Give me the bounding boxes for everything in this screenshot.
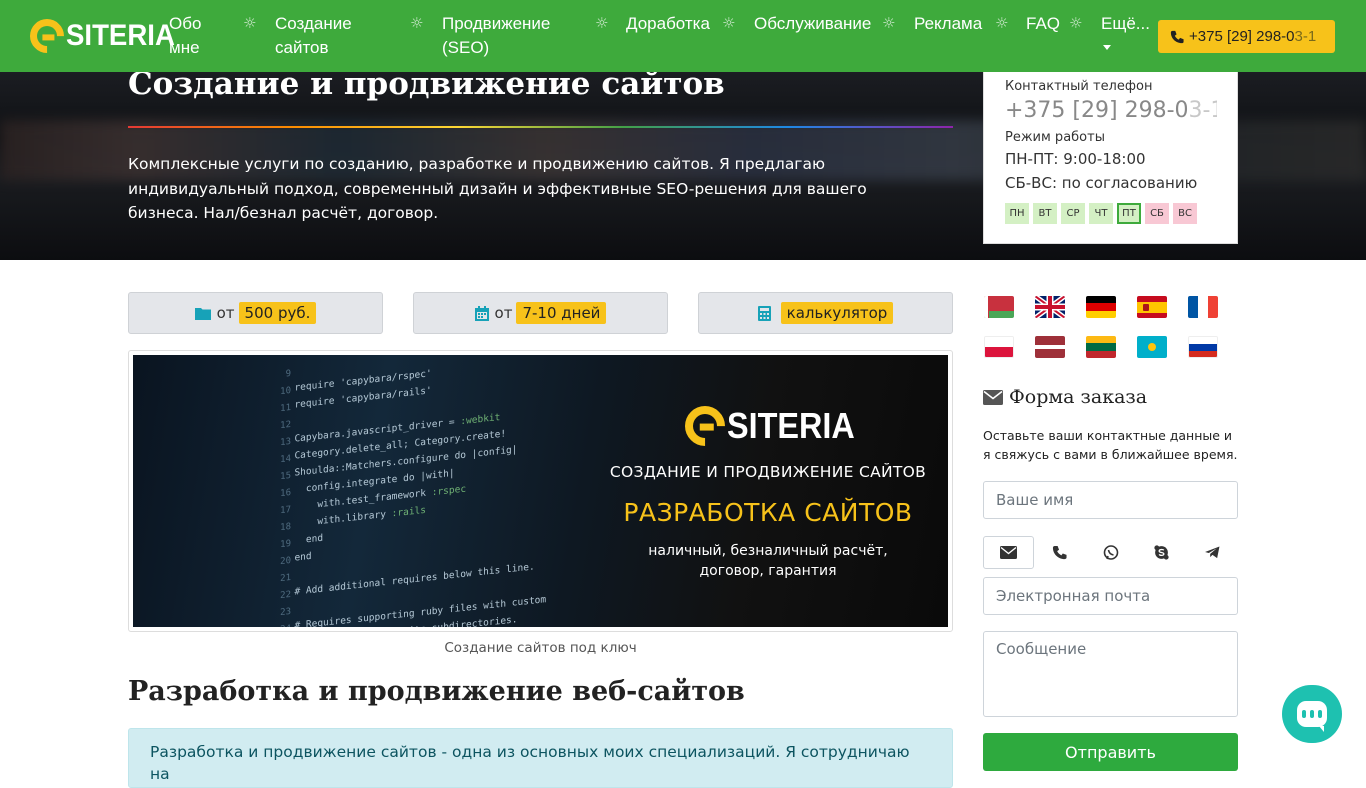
flag-lt-icon[interactable] [1086, 336, 1116, 358]
day-badge: ЧТ [1089, 203, 1113, 224]
phone-button[interactable]: +375 [29] 298-0 3-1 [1158, 20, 1335, 53]
flag-by-icon[interactable] [984, 296, 1014, 318]
email-input[interactable]: Электронная почта [983, 577, 1238, 615]
weekend-hours: СБ-ВС: по согласованию [1005, 174, 1198, 192]
tab-skype[interactable] [1136, 536, 1187, 569]
order-form-title: Форма заказа [983, 386, 1147, 408]
hours-label: Режим работы [1005, 130, 1105, 145]
skype-icon [1154, 545, 1169, 560]
phone-label: Контактный телефон [1005, 79, 1153, 94]
nav-item-advertising[interactable]: Реклама [914, 12, 982, 36]
flag-de-icon[interactable] [1086, 296, 1116, 318]
tab-telegram[interactable] [1187, 536, 1238, 569]
banner-image: 9 10 11 12 13 14 15 16 17 18 19 20 21 22… [133, 355, 948, 627]
flag-gb-icon[interactable] [1035, 296, 1065, 318]
banner-headline: РАЗРАБОТКА САЙТОВ [623, 498, 913, 527]
chat-bubble-icon [1297, 701, 1327, 732]
day-badge: СР [1061, 203, 1085, 224]
calculator-badge: калькулятор [780, 302, 894, 324]
caret-down-icon [1103, 45, 1111, 50]
day-badge: ВТ [1033, 203, 1057, 224]
flag-fr-icon[interactable] [1188, 296, 1218, 318]
flag-lv-icon[interactable] [1035, 336, 1065, 358]
section-title: Разработка и продвижение веб-сайтов [128, 676, 745, 707]
day-badge-today: ПТ [1117, 203, 1141, 224]
flag-es-icon[interactable] [1137, 296, 1167, 318]
name-input[interactable]: Ваше имя [983, 481, 1238, 519]
navbar: SITERIA Обо мне ☼ Создание сайтов ☼ Прод… [0, 0, 1366, 72]
logo-mark-icon [22, 11, 72, 61]
envelope-icon [983, 389, 1003, 405]
banner-logo: SITERIA [676, 397, 869, 455]
nav-item-creation[interactable]: Создание сайтов [275, 12, 352, 60]
info-alert: Разработка и продвижение сайтов - одна и… [128, 728, 953, 788]
site-logo[interactable]: SITERIA [22, 11, 184, 61]
chat-widget-button[interactable] [1282, 685, 1342, 743]
nav-separator-icon: ☼ [995, 14, 1009, 32]
banner-figure: 9 10 11 12 13 14 15 16 17 18 19 20 21 22… [128, 350, 953, 632]
nav-item-refinement[interactable]: Доработка [626, 12, 710, 36]
nav-separator-icon: ☼ [410, 14, 424, 32]
weekday-indicators: ПН ВТ СР ЧТ ПТ СБ ВС [1005, 203, 1217, 224]
telegram-icon [1205, 546, 1220, 559]
tab-email[interactable] [983, 536, 1034, 569]
price-badge: 500 руб. [238, 302, 317, 324]
banner-logo-text: SITERIA [727, 405, 855, 446]
calculator-icon [757, 305, 771, 321]
code-background: require 'capybara/rspec' require 'capyba… [294, 368, 547, 627]
contact-phone[interactable]: +375 [29] 298-03-1 [1005, 96, 1217, 126]
phone-icon [1170, 30, 1184, 43]
envelope-icon [1000, 546, 1017, 559]
nav-separator-icon: ☼ [243, 14, 257, 32]
contact-method-tabs [983, 536, 1238, 569]
nav-item-maintenance[interactable]: Обслуживание [754, 12, 871, 36]
phone-icon [1052, 545, 1067, 560]
order-form-description: Оставьте ваши контактные данные и я свяж… [983, 428, 1238, 462]
nav-separator-icon: ☼ [722, 14, 736, 32]
flag-kz-icon[interactable] [1137, 336, 1167, 358]
phone-button-text: +375 [29] 298-0 [1189, 28, 1295, 45]
banner-caption: Создание сайтов под ключ [444, 640, 637, 656]
nav-item-more[interactable]: Ещё... [1101, 12, 1150, 36]
tab-viber[interactable] [1085, 536, 1136, 569]
viber-icon [1103, 544, 1118, 560]
message-textarea[interactable]: Сообщение [983, 631, 1238, 717]
day-badge: ВС [1173, 203, 1197, 224]
flag-pl-icon[interactable] [984, 336, 1014, 358]
hero-description: Комплексные услуги по созданию, разработ… [128, 155, 867, 222]
tab-phone[interactable] [1034, 536, 1085, 569]
nav-item-seo[interactable]: Продвижение (SEO) [442, 12, 550, 60]
submit-button[interactable]: Отправить [983, 733, 1238, 771]
nav-item-about[interactable]: Обо мне [169, 12, 201, 60]
timeframe-button[interactable]: от 7-10 дней [413, 292, 668, 334]
logo-text: SITERIA [66, 19, 175, 52]
price-button[interactable]: от 500 руб. [128, 292, 383, 334]
banner-logo-mark-icon [676, 397, 734, 455]
day-badge: ПН [1005, 203, 1029, 224]
folder-icon [194, 307, 211, 320]
calendar-icon [474, 305, 489, 321]
day-badge: СБ [1145, 203, 1169, 224]
phone-button-text-faded: 3-1 [1294, 28, 1317, 45]
weekday-hours: ПН-ПТ: 9:00-18:00 [1005, 150, 1146, 168]
flag-ru-icon[interactable] [1188, 336, 1218, 358]
nav-separator-icon: ☼ [595, 14, 609, 32]
banner-terms: наличный, безналичный расчёт, договор, г… [648, 543, 888, 579]
nav-separator-icon: ☼ [1069, 14, 1083, 32]
banner-subtitle: СОЗДАНИЕ И ПРОДВИЖЕНИЕ САЙТОВ [609, 463, 927, 481]
timeframe-badge: 7-10 дней [516, 302, 607, 324]
nav-item-faq[interactable]: FAQ [1026, 12, 1060, 36]
nav-separator-icon: ☼ [882, 14, 896, 32]
contact-card: Контактный телефон +375 [29] 298-03-1 Ре… [983, 72, 1238, 244]
calculator-button[interactable]: калькулятор [698, 292, 953, 334]
title-underline [128, 126, 953, 128]
